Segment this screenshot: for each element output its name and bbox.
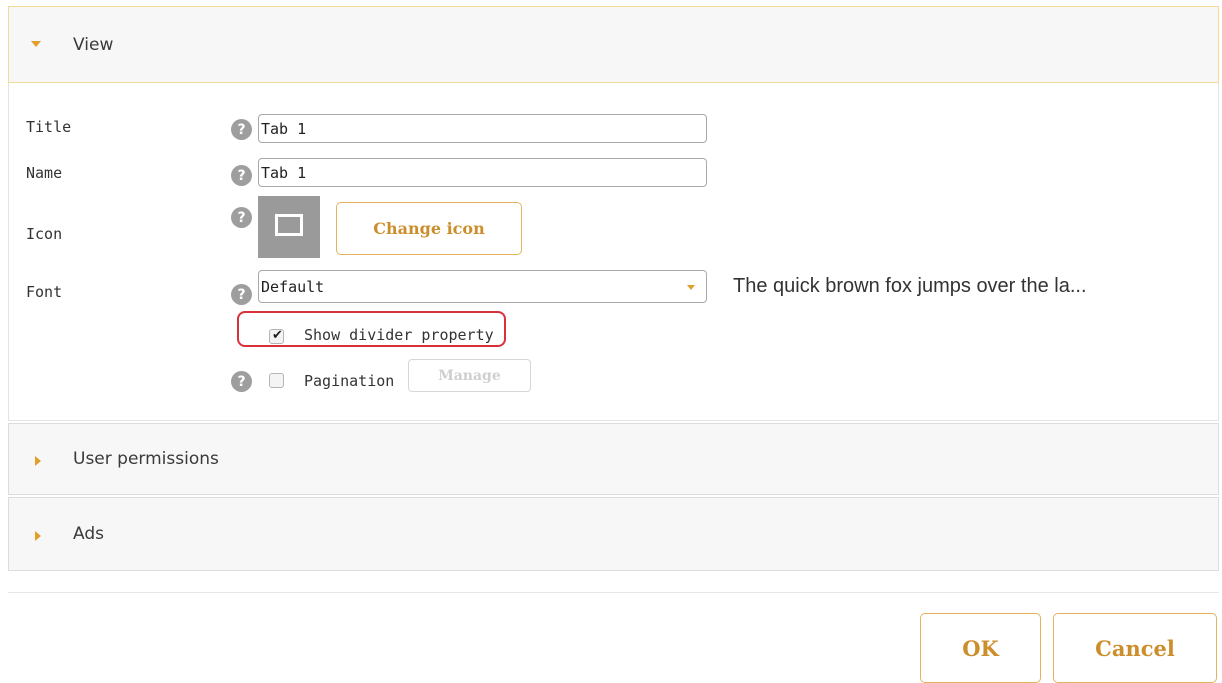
ads-section-header[interactable]: Ads	[9, 498, 1218, 570]
pagination-label[interactable]: Pagination	[304, 372, 394, 390]
help-icon[interactable]: ?	[231, 119, 252, 140]
help-icon[interactable]: ?	[231, 165, 252, 186]
change-icon-button[interactable]: Change icon	[336, 202, 522, 255]
name-input[interactable]	[258, 158, 707, 187]
icon-label: Icon	[26, 225, 63, 243]
font-label: Font	[26, 283, 63, 301]
manage-button[interactable]: Manage	[408, 359, 531, 392]
show-divider-checkbox[interactable]: ✔	[269, 328, 284, 344]
view-panel: View	[8, 6, 1219, 421]
chevron-down-icon	[31, 41, 41, 47]
view-section-label: View	[73, 34, 114, 55]
user-permissions-section-label: User permissions	[73, 449, 219, 469]
user-permissions-section-header[interactable]: User permissions	[9, 424, 1218, 494]
show-divider-label[interactable]: Show divider property	[304, 326, 494, 344]
font-select-value: Default	[261, 277, 325, 296]
checkmark-icon: ✔	[272, 328, 283, 343]
ok-button[interactable]: OK	[920, 613, 1041, 683]
font-preview-text: The quick brown fox jumps over the la...	[733, 275, 1087, 297]
chevron-right-icon	[35, 456, 41, 466]
name-label: Name	[26, 164, 63, 182]
font-select[interactable]: Default	[258, 270, 707, 303]
help-icon[interactable]: ?	[231, 284, 252, 305]
dropdown-caret-icon	[687, 285, 695, 290]
ads-section-label: Ads	[73, 524, 104, 544]
folder-icon	[275, 214, 303, 236]
view-section-header[interactable]: View	[8, 6, 1219, 83]
help-icon[interactable]: ?	[231, 207, 252, 228]
title-input[interactable]	[258, 114, 707, 143]
title-label: Title	[26, 118, 72, 136]
pagination-checkbox[interactable]	[269, 373, 284, 388]
ads-panel: Ads	[8, 497, 1219, 571]
chevron-right-icon	[35, 531, 41, 541]
help-icon[interactable]: ?	[231, 371, 252, 392]
user-permissions-panel: User permissions	[8, 423, 1219, 495]
icon-preview[interactable]	[258, 196, 320, 258]
footer-divider	[8, 592, 1219, 593]
cancel-button[interactable]: Cancel	[1053, 613, 1217, 683]
